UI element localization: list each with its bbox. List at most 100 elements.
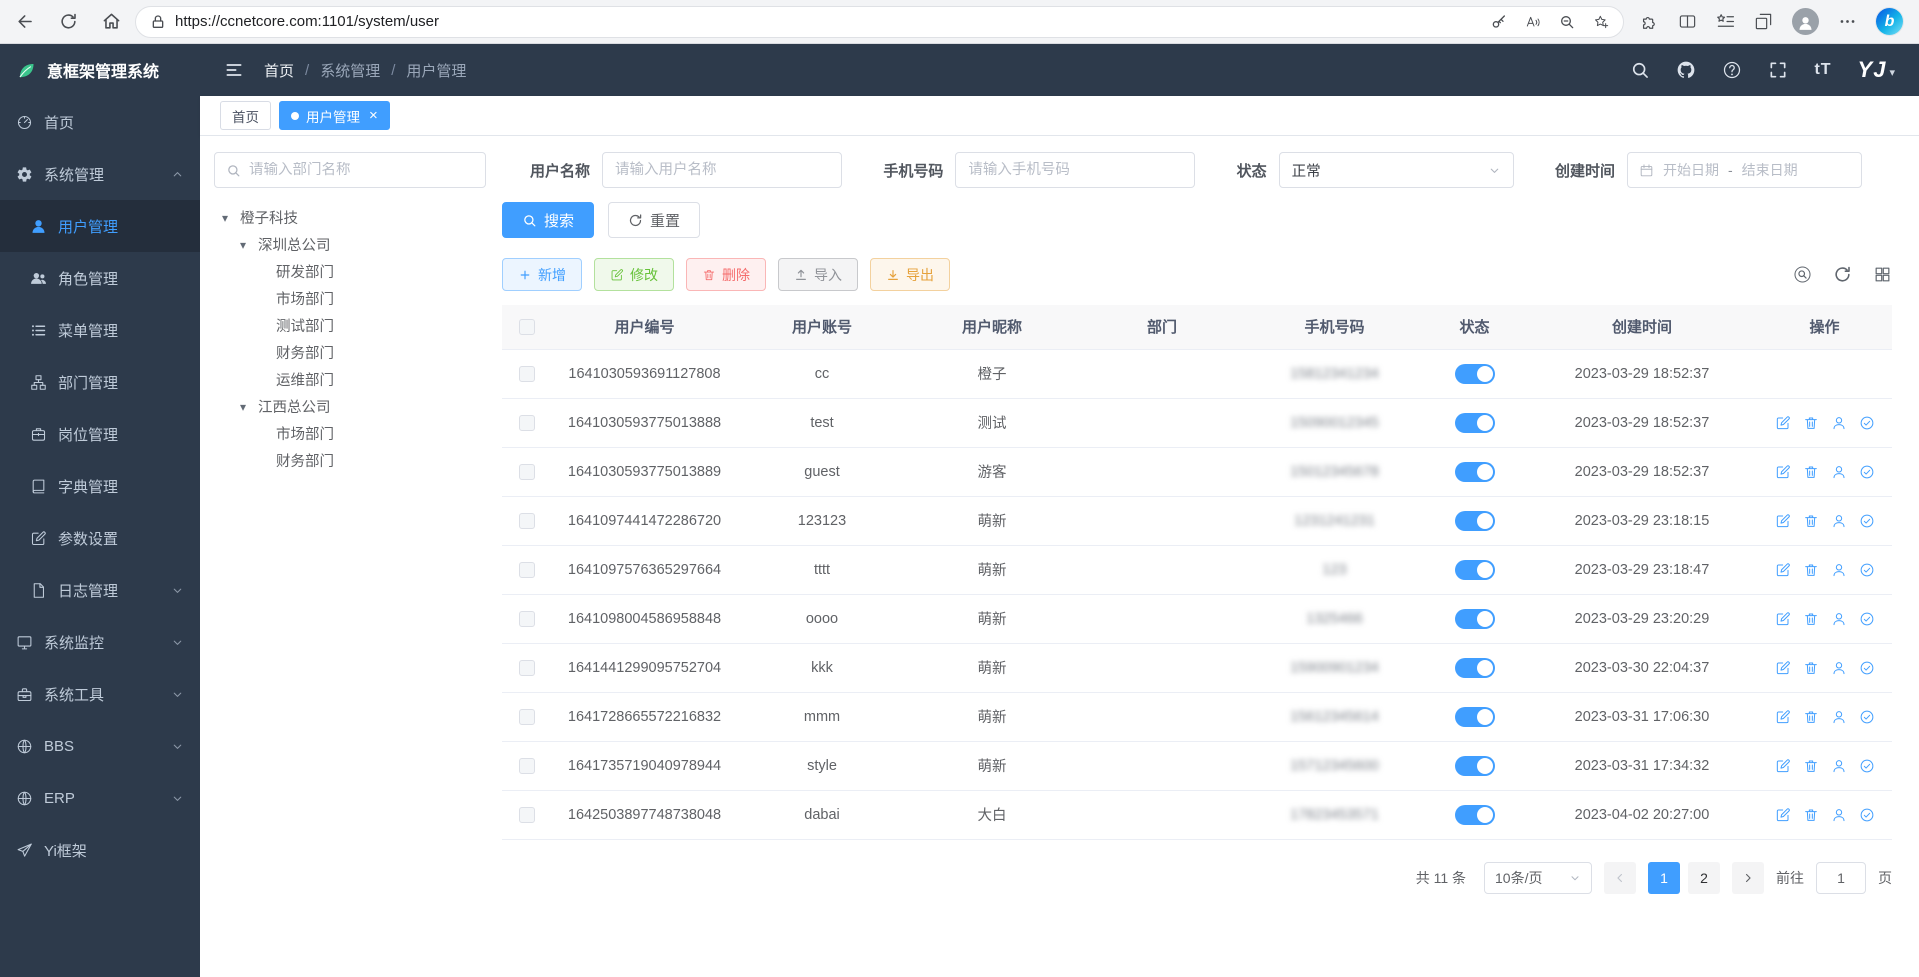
page-number-2[interactable]: 2 [1688, 862, 1720, 894]
tree-node[interactable]: 市场部门 [214, 420, 486, 447]
reset-password-icon[interactable] [1831, 611, 1847, 627]
delete-row-icon[interactable] [1803, 709, 1819, 725]
assign-role-icon[interactable] [1859, 709, 1875, 725]
edit-row-icon[interactable] [1775, 709, 1791, 725]
sidebar-item-yi-framework[interactable]: Yi框架 [0, 824, 200, 876]
sidebar-item-user-management[interactable]: 用户管理 [0, 200, 200, 252]
sidebar-item-dictionary-management[interactable]: 字典管理 [0, 460, 200, 512]
tab-首页[interactable]: 首页 [220, 101, 271, 130]
page-number-1[interactable]: 1 [1648, 862, 1680, 894]
status-toggle[interactable] [1455, 364, 1495, 384]
row-checkbox[interactable] [519, 513, 535, 529]
delete-row-icon[interactable] [1803, 807, 1819, 823]
sidebar-item-system-monitor[interactable]: 系统监控 [0, 616, 200, 668]
next-page-button[interactable] [1732, 862, 1764, 894]
browser-home-button[interactable] [102, 12, 121, 31]
header-search-icon[interactable] [1630, 60, 1650, 80]
browser-settings-icon[interactable] [1838, 12, 1857, 31]
page-size-select[interactable]: 10条/页 [1484, 862, 1592, 894]
sidebar-item-department-management[interactable]: 部门管理 [0, 356, 200, 408]
row-checkbox[interactable] [519, 807, 535, 823]
delete-row-icon[interactable] [1803, 758, 1819, 774]
status-select[interactable]: 正常 [1279, 152, 1514, 188]
goto-page-input[interactable] [1816, 862, 1866, 894]
select-all-checkbox[interactable] [519, 319, 535, 335]
status-toggle[interactable] [1455, 413, 1495, 433]
dept-search-input[interactable] [249, 162, 474, 178]
edit-row-icon[interactable] [1775, 758, 1791, 774]
column-settings-icon[interactable] [1873, 265, 1892, 284]
status-toggle[interactable] [1455, 462, 1495, 482]
password-key-icon[interactable] [1491, 14, 1507, 30]
reset-button[interactable]: 重置 [608, 202, 700, 238]
sidebar-item-post-management[interactable]: 岗位管理 [0, 408, 200, 460]
reset-password-icon[interactable] [1831, 758, 1847, 774]
assign-role-icon[interactable] [1859, 464, 1875, 480]
sidebar-item-erp[interactable]: ERP [0, 772, 200, 824]
row-checkbox[interactable] [519, 464, 535, 480]
delete-button[interactable]: 删除 [686, 258, 766, 291]
modify-button[interactable]: 修改 [594, 258, 674, 291]
sidebar-item-log-management[interactable]: 日志管理 [0, 564, 200, 616]
refresh-table-icon[interactable] [1833, 265, 1852, 284]
reset-password-icon[interactable] [1831, 513, 1847, 529]
tree-node[interactable]: 财务部门 [214, 447, 486, 474]
edit-row-icon[interactable] [1775, 415, 1791, 431]
address-bar[interactable]: https://ccnetcore.com:1101/system/user [135, 6, 1624, 38]
assign-role-icon[interactable] [1859, 611, 1875, 627]
extensions-icon[interactable] [1640, 12, 1659, 31]
tree-node[interactable]: ▾ 深圳总公司 [214, 231, 486, 258]
browser-refresh-button[interactable] [59, 12, 78, 31]
edit-row-icon[interactable] [1775, 513, 1791, 529]
help-icon[interactable] [1722, 60, 1742, 80]
tree-node[interactable]: 研发部门 [214, 258, 486, 285]
date-range-picker[interactable]: 开始日期 - 结束日期 [1627, 152, 1862, 188]
sidebar-item-system-management[interactable]: 系统管理 [0, 148, 200, 200]
split-screen-icon[interactable] [1678, 12, 1697, 31]
fullscreen-icon[interactable] [1768, 60, 1788, 80]
sidebar-item-system-tools[interactable]: 系统工具 [0, 668, 200, 720]
tree-node[interactable]: 市场部门 [214, 285, 486, 312]
edit-row-icon[interactable] [1775, 660, 1791, 676]
browser-profile-avatar[interactable] [1792, 8, 1819, 35]
sidebar-item-bbs[interactable]: BBS [0, 720, 200, 772]
assign-role-icon[interactable] [1859, 807, 1875, 823]
row-checkbox[interactable] [519, 611, 535, 627]
delete-row-icon[interactable] [1803, 562, 1819, 578]
date-start-placeholder[interactable]: 开始日期 [1663, 160, 1719, 180]
close-icon[interactable]: × [369, 107, 378, 124]
font-size-icon[interactable]: tT [1814, 61, 1831, 79]
reset-password-icon[interactable] [1831, 562, 1847, 578]
reset-password-icon[interactable] [1831, 807, 1847, 823]
edit-row-icon[interactable] [1775, 807, 1791, 823]
reset-password-icon[interactable] [1831, 415, 1847, 431]
reset-password-icon[interactable] [1831, 464, 1847, 480]
tab-用户管理[interactable]: 用户管理 × [279, 101, 390, 130]
tree-node[interactable]: 运维部门 [214, 366, 486, 393]
delete-row-icon[interactable] [1803, 415, 1819, 431]
delete-row-icon[interactable] [1803, 513, 1819, 529]
user-menu[interactable]: YJ ▾ [1858, 57, 1895, 83]
status-toggle[interactable] [1455, 511, 1495, 531]
sidebar-item-menu-management[interactable]: 菜单管理 [0, 304, 200, 356]
row-checkbox[interactable] [519, 709, 535, 725]
tree-node[interactable]: 测试部门 [214, 312, 486, 339]
status-toggle[interactable] [1455, 756, 1495, 776]
phone-input[interactable] [955, 152, 1195, 188]
reset-password-icon[interactable] [1831, 660, 1847, 676]
row-checkbox[interactable] [519, 758, 535, 774]
status-toggle[interactable] [1455, 707, 1495, 727]
edit-row-icon[interactable] [1775, 464, 1791, 480]
date-end-placeholder[interactable]: 结束日期 [1742, 160, 1798, 180]
collections-icon[interactable] [1754, 12, 1773, 31]
browser-back-button[interactable] [16, 12, 35, 31]
assign-role-icon[interactable] [1859, 758, 1875, 774]
assign-role-icon[interactable] [1859, 415, 1875, 431]
breadcrumb-item[interactable]: 首页 [264, 60, 294, 81]
assign-role-icon[interactable] [1859, 562, 1875, 578]
read-aloud-icon[interactable] [1525, 14, 1541, 30]
assign-role-icon[interactable] [1859, 660, 1875, 676]
toggle-search-icon[interactable] [1793, 265, 1812, 284]
tree-node[interactable]: ▾ 江西总公司 [214, 393, 486, 420]
status-toggle[interactable] [1455, 609, 1495, 629]
